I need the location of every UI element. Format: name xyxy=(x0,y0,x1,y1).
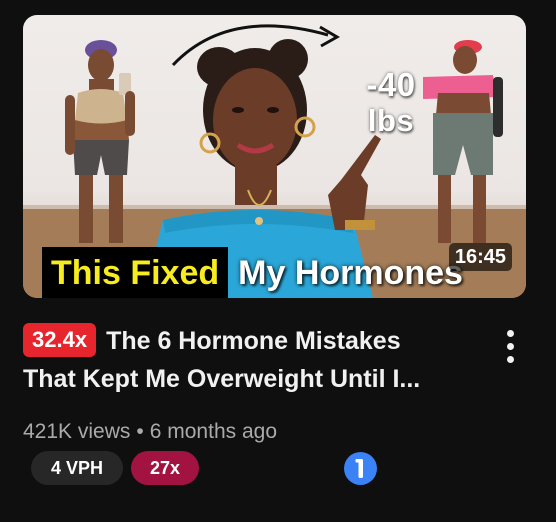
duration-badge: 16:45 xyxy=(448,243,512,271)
multiplier-chip[interactable]: 27x xyxy=(131,451,199,485)
video-title-line-1: The 6 Hormone Mistakes xyxy=(106,327,401,355)
view-count: 421K views xyxy=(23,420,131,443)
thumbnail-weight-unit: lbs xyxy=(367,103,415,138)
outlier-score-badge: 32.4x xyxy=(23,323,97,357)
video-thumbnail[interactable]: -40 lbs This Fixed My Hormones 16:45 xyxy=(23,15,526,298)
video-title-block[interactable]: 32.4x The 6 Hormone Mistakes That Kept Me… xyxy=(23,322,483,398)
video-metadata: 421K views • 6 months ago xyxy=(23,418,277,446)
video-title[interactable]: 32.4x The 6 Hormone Mistakes That Kept Me… xyxy=(23,322,483,398)
thumbnail-weight-text: -40 lbs xyxy=(346,67,436,139)
thumbnail-weight-value: -40 xyxy=(366,66,416,103)
upload-age: 6 months ago xyxy=(149,420,278,443)
meta-separator: • xyxy=(136,420,144,443)
info-badge-icon[interactable] xyxy=(344,452,377,485)
video-title-line-2: That Kept Me Overweight Until I... xyxy=(23,365,421,393)
thumbnail-caption-highlight: This Fixed xyxy=(42,247,229,298)
vph-chip[interactable]: 4 VPH xyxy=(31,451,123,485)
more-vert-icon[interactable] xyxy=(498,329,522,365)
